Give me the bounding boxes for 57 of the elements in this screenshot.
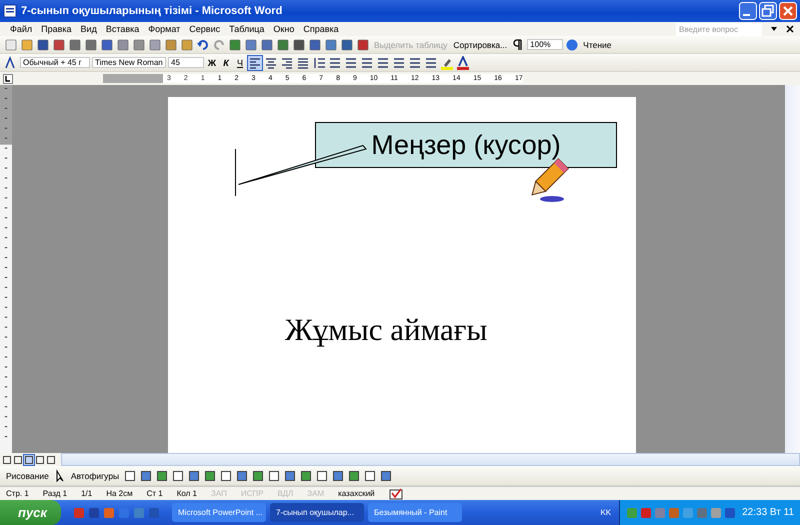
menu-item[interactable]: Формат <box>148 24 180 34</box>
body-text: Жұмыс аймағы <box>285 312 488 348</box>
align-icon[interactable] <box>280 56 294 70</box>
language-indicator: казахский <box>338 489 375 498</box>
clock: 22:33 Вт 11 <box>742 507 794 518</box>
undo-icon[interactable] <box>196 38 210 52</box>
close-icon[interactable] <box>786 25 794 33</box>
status-field: 1/1 <box>81 489 92 498</box>
language-indicator[interactable]: KK <box>596 508 616 517</box>
autoshapes-menu-button[interactable]: Автофигуры <box>68 470 122 480</box>
reading-button[interactable]: Чтение <box>581 40 614 50</box>
align-icon[interactable] <box>296 56 310 70</box>
view-icon[interactable] <box>35 454 45 464</box>
underline-button[interactable]: Ч <box>234 58 246 68</box>
document-icon <box>3 4 17 18</box>
help-search-field[interactable]: Введите вопрос <box>676 22 762 36</box>
menu-item[interactable]: Сервис <box>189 24 220 34</box>
menu-item[interactable]: Таблица <box>229 24 264 34</box>
bold-button[interactable]: Ж <box>206 58 218 68</box>
spelling-status-icon[interactable] <box>388 486 403 500</box>
vertical-scrollbar[interactable] <box>785 85 800 453</box>
drawing-menu-button[interactable]: Рисование <box>4 470 51 480</box>
line-spacing-icon[interactable] <box>312 56 326 70</box>
align-icon[interactable] <box>264 56 278 70</box>
font-dropdown[interactable]: Times New Roman <box>92 57 166 68</box>
font-size-dropdown[interactable]: 45 <box>168 57 204 68</box>
start-button[interactable]: пуск <box>0 500 61 525</box>
text-cursor <box>235 149 236 196</box>
align-icon[interactable] <box>248 56 262 70</box>
restore-icon[interactable] <box>759 2 777 20</box>
horizontal-scrollbar[interactable] <box>61 453 800 466</box>
sort-button[interactable]: Сортировка... <box>451 40 510 50</box>
view-icon[interactable] <box>13 454 23 464</box>
view-icon[interactable] <box>46 454 56 464</box>
menu-item[interactable]: Окно <box>273 24 294 34</box>
style-dropdown[interactable]: Обычный + 45 г <box>20 57 90 68</box>
menu-item[interactable]: Справка <box>303 24 339 34</box>
minimize-icon[interactable] <box>739 2 757 20</box>
italic-button[interactable]: К <box>220 58 232 68</box>
status-field: Стр. 1 <box>6 489 29 498</box>
taskbar-button[interactable]: 7-сынып оқушылар... <box>270 503 364 522</box>
status-field: Кол 1 <box>176 489 197 498</box>
menu-item[interactable]: Вставка <box>106 24 140 34</box>
taskbar-button[interactable]: Microsoft PowerPoint ... <box>172 503 266 522</box>
status-field: Ст 1 <box>146 489 163 498</box>
status-field: На 2см <box>106 489 133 498</box>
dropdown-arrow-icon[interactable] <box>771 27 777 31</box>
view-icon[interactable] <box>24 454 34 464</box>
view-icon[interactable] <box>2 454 12 464</box>
menu-item[interactable]: Правка <box>41 24 72 34</box>
zoom-dropdown[interactable]: 100% <box>527 39 564 50</box>
status-field: Разд 1 <box>42 489 68 498</box>
menu-item[interactable]: Файл <box>10 24 32 34</box>
taskbar-button[interactable]: Безымянный - Paint <box>368 503 462 522</box>
window-title: 7-сынып оқушыларының тізімі - Microsoft Word <box>21 5 282 17</box>
tab-selector-icon[interactable] <box>3 74 13 84</box>
menu-item[interactable]: Вид <box>80 24 97 34</box>
